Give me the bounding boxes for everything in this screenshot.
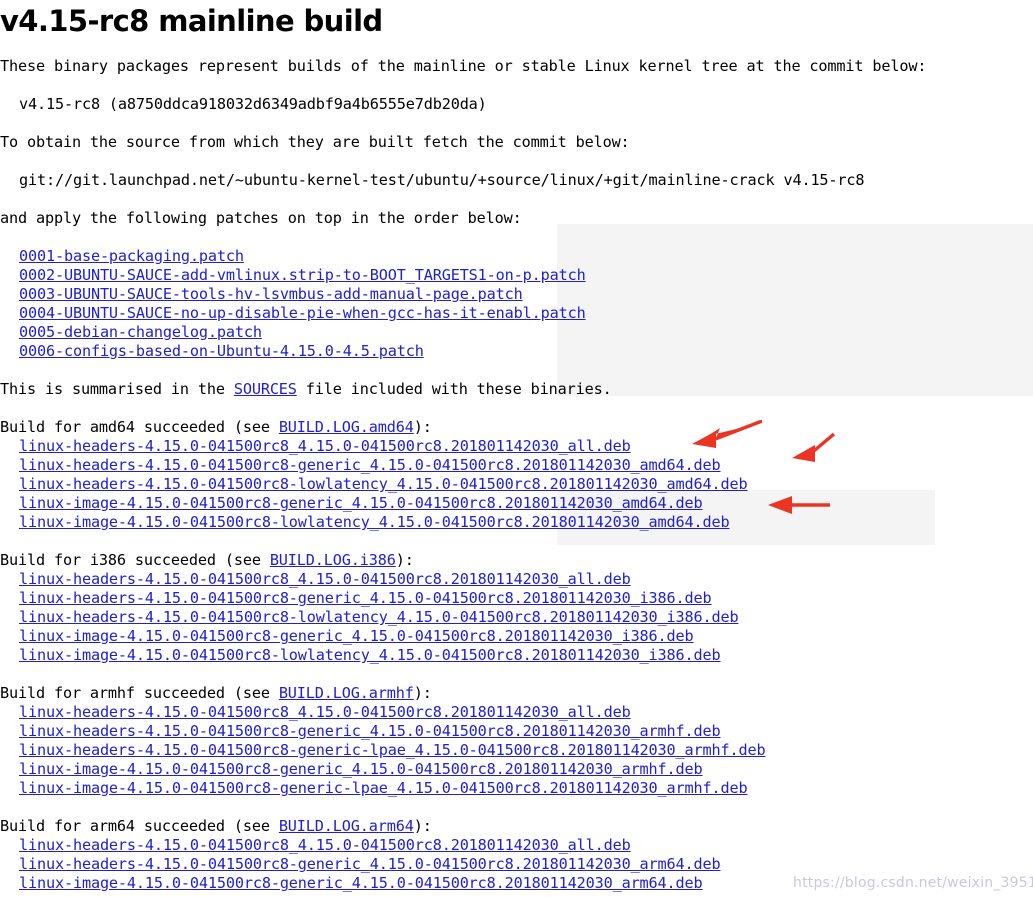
git-url-line: git://git.launchpad.net/~ubuntu-kernel-t… [19, 171, 865, 189]
patch-link-row: 0001-base-packaging.patch [0, 247, 1033, 266]
patch-link[interactable]: 0001-base-packaging.patch [19, 247, 244, 265]
package-link-row: linux-headers-4.15.0-041500rc8_4.15.0-04… [0, 836, 1033, 855]
package-link-row: linux-headers-4.15.0-041500rc8-generic_4… [0, 456, 1033, 475]
package-link[interactable]: linux-image-4.15.0-041500rc8-lowlatency_… [19, 646, 721, 664]
page-title: v4.15-rc8 mainline build [0, 4, 383, 38]
build-heading-suffix: ): [413, 418, 432, 436]
package-link-row: linux-image-4.15.0-041500rc8-lowlatency_… [0, 646, 1033, 665]
package-link[interactable]: linux-headers-4.15.0-041500rc8-lowlatenc… [19, 608, 739, 626]
build-heading-suffix: ): [395, 551, 414, 569]
build-heading-prefix: Build for armhf succeeded (see [0, 684, 279, 702]
build-sections: Build for amd64 succeeded (see BUILD.LOG… [0, 418, 1033, 893]
patch-link-row: 0005-debian-changelog.patch [0, 323, 1033, 342]
commit-line: v4.15-rc8 (a8750ddca918032d6349adbf9a4b6… [19, 95, 487, 113]
patch-link-row: 0006-configs-based-on-Ubuntu-4.15.0-4.5.… [0, 342, 1033, 361]
sources-summary-line: This is summarised in the SOURCES file i… [0, 380, 1033, 399]
package-link[interactable]: linux-headers-4.15.0-041500rc8-generic_4… [19, 456, 721, 474]
package-link[interactable]: linux-headers-4.15.0-041500rc8_4.15.0-04… [19, 570, 631, 588]
patch-link[interactable]: 0002-UBUNTU-SAUCE-add-vmlinux.strip-to-B… [19, 266, 586, 284]
build-heading-prefix: Build for i386 succeeded (see [0, 551, 270, 569]
package-link[interactable]: linux-headers-4.15.0-041500rc8-generic_4… [19, 589, 712, 607]
package-link[interactable]: linux-image-4.15.0-041500rc8-generic_4.1… [19, 760, 703, 778]
package-link-row: linux-headers-4.15.0-041500rc8_4.15.0-04… [0, 437, 1033, 456]
package-link[interactable]: linux-headers-4.15.0-041500rc8_4.15.0-04… [19, 836, 631, 854]
patch-link-row: 0002-UBUNTU-SAUCE-add-vmlinux.strip-to-B… [0, 266, 1033, 285]
package-link-row: linux-image-4.15.0-041500rc8-generic_4.1… [0, 874, 1033, 893]
package-link[interactable]: linux-headers-4.15.0-041500rc8-generic-l… [19, 741, 766, 759]
intro-paragraph: These binary packages represent builds o… [0, 57, 927, 75]
package-link[interactable]: linux-headers-4.15.0-041500rc8_4.15.0-04… [19, 703, 631, 721]
package-link-row: linux-image-4.15.0-041500rc8-generic_4.1… [0, 494, 1033, 513]
build-section-heading: Build for armhf succeeded (see BUILD.LOG… [0, 684, 1033, 703]
package-link-row: linux-headers-4.15.0-041500rc8-generic_4… [0, 589, 1033, 608]
package-link-row: linux-headers-4.15.0-041500rc8_4.15.0-04… [0, 703, 1033, 722]
build-section-heading: Build for arm64 succeeded (see BUILD.LOG… [0, 817, 1033, 836]
patch-link[interactable]: 0005-debian-changelog.patch [19, 323, 262, 341]
build-heading-suffix: ): [413, 684, 432, 702]
patch-link-list: 0001-base-packaging.patch 0002-UBUNTU-SAU… [0, 247, 1033, 361]
patch-link[interactable]: 0006-configs-based-on-Ubuntu-4.15.0-4.5.… [19, 342, 424, 360]
build-heading-suffix: ): [413, 817, 432, 835]
sources-summary-suffix: file included with these binaries. [296, 380, 612, 398]
build-heading-prefix: Build for arm64 succeeded (see [0, 817, 279, 835]
build-log-link[interactable]: BUILD.LOG.i386 [270, 551, 396, 569]
package-link-row: linux-image-4.15.0-041500rc8-lowlatency_… [0, 513, 1033, 532]
build-log-link[interactable]: BUILD.LOG.amd64 [279, 418, 414, 436]
package-link[interactable]: linux-headers-4.15.0-041500rc8_4.15.0-04… [19, 437, 631, 455]
sources-summary-prefix: This is summarised in the [0, 380, 234, 398]
package-link-row: linux-headers-4.15.0-041500rc8-generic-l… [0, 741, 1033, 760]
source-instruction: To obtain the source from which they are… [0, 133, 630, 151]
patches-instruction: and apply the following patches on top i… [0, 209, 522, 227]
patch-link-row: 0004-UBUNTU-SAUCE-no-up-disable-pie-when… [0, 304, 1033, 323]
package-link-row: linux-headers-4.15.0-041500rc8-lowlatenc… [0, 608, 1033, 627]
package-link[interactable]: linux-headers-4.15.0-041500rc8-lowlatenc… [19, 475, 748, 493]
package-link-row: linux-headers-4.15.0-041500rc8-generic_4… [0, 722, 1033, 741]
package-link[interactable]: linux-image-4.15.0-041500rc8-lowlatency_… [19, 513, 730, 531]
build-heading-prefix: Build for amd64 succeeded (see [0, 418, 279, 436]
build-log-link[interactable]: BUILD.LOG.arm64 [279, 817, 414, 835]
package-link-row: linux-headers-4.15.0-041500rc8_4.15.0-04… [0, 570, 1033, 589]
build-section-heading: Build for amd64 succeeded (see BUILD.LOG… [0, 418, 1033, 437]
package-link[interactable]: linux-image-4.15.0-041500rc8-generic_4.1… [19, 874, 703, 892]
build-log-link[interactable]: BUILD.LOG.armhf [279, 684, 414, 702]
patch-link[interactable]: 0004-UBUNTU-SAUCE-no-up-disable-pie-when… [19, 304, 586, 322]
sources-link[interactable]: SOURCES [234, 380, 297, 398]
package-link[interactable]: linux-headers-4.15.0-041500rc8-generic_4… [19, 855, 721, 873]
package-link-row: linux-image-4.15.0-041500rc8-generic-lpa… [0, 779, 1033, 798]
patch-link[interactable]: 0003-UBUNTU-SAUCE-tools-hv-lsvmbus-add-m… [19, 285, 523, 303]
package-link[interactable]: linux-image-4.15.0-041500rc8-generic_4.1… [19, 494, 703, 512]
package-link[interactable]: linux-image-4.15.0-041500rc8-generic-lpa… [19, 779, 748, 797]
build-page: v4.15-rc8 mainline build These binary pa… [0, 0, 1033, 893]
package-link-row: linux-image-4.15.0-041500rc8-generic_4.1… [0, 760, 1033, 779]
package-link-row: linux-headers-4.15.0-041500rc8-generic_4… [0, 855, 1033, 874]
package-link-row: linux-image-4.15.0-041500rc8-generic_4.1… [0, 627, 1033, 646]
package-link[interactable]: linux-headers-4.15.0-041500rc8-generic_4… [19, 722, 721, 740]
patch-link-row: 0003-UBUNTU-SAUCE-tools-hv-lsvmbus-add-m… [0, 285, 1033, 304]
package-link-row: linux-headers-4.15.0-041500rc8-lowlatenc… [0, 475, 1033, 494]
build-section-heading: Build for i386 succeeded (see BUILD.LOG.… [0, 551, 1033, 570]
package-link[interactable]: linux-image-4.15.0-041500rc8-generic_4.1… [19, 627, 694, 645]
